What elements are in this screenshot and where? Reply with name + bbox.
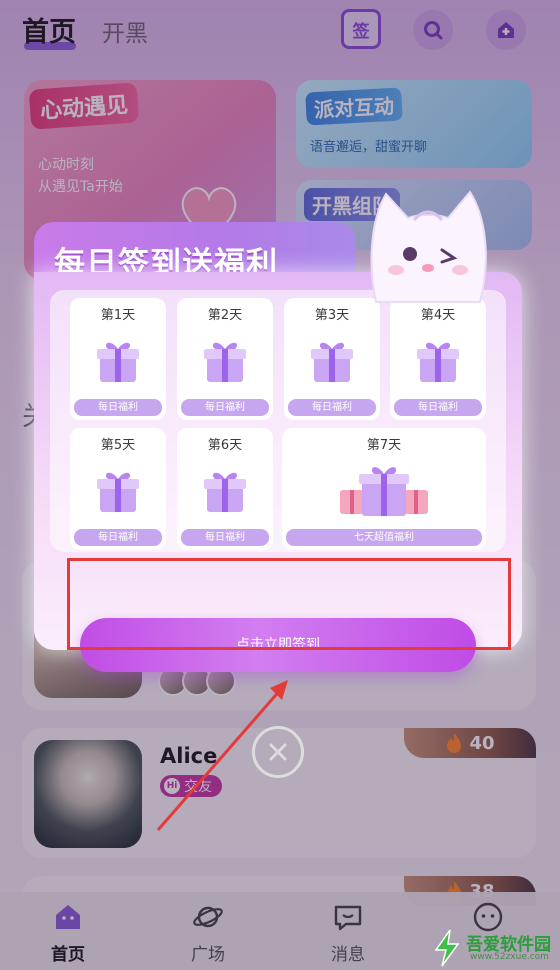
gift-icon	[204, 342, 246, 382]
gift-icon	[97, 472, 139, 512]
day-card-1[interactable]: 第1天 每日福利	[70, 298, 166, 420]
reward-grid: 第1天 每日福利 第2天 每日福利 第3天 每日福利 第4天 每日福利 第5天 …	[50, 290, 506, 552]
day-card-2[interactable]: 第2天 每日福利	[177, 298, 273, 420]
day-card-4[interactable]: 第4天 每日福利	[390, 298, 486, 420]
gift-icon	[417, 342, 459, 382]
day-card-7[interactable]: 第7天 七天超值福利	[282, 428, 486, 550]
day-card-6[interactable]: 第6天 每日福利	[177, 428, 273, 550]
day-card-3[interactable]: 第3天 每日福利	[284, 298, 380, 420]
gift-bundle-icon	[340, 467, 428, 516]
lightning-logo-icon	[434, 929, 460, 967]
highlight-annotation-box	[67, 558, 511, 650]
gift-icon	[311, 342, 353, 382]
gift-icon	[97, 342, 139, 382]
day-card-5[interactable]: 第5天 每日福利	[70, 428, 166, 550]
cat-mascot-icon	[370, 190, 487, 303]
gift-icon	[204, 472, 246, 512]
close-modal-button[interactable]	[252, 726, 304, 778]
site-watermark: 吾爱软件园 www.52zxue.com	[430, 928, 556, 968]
close-icon	[269, 743, 287, 761]
